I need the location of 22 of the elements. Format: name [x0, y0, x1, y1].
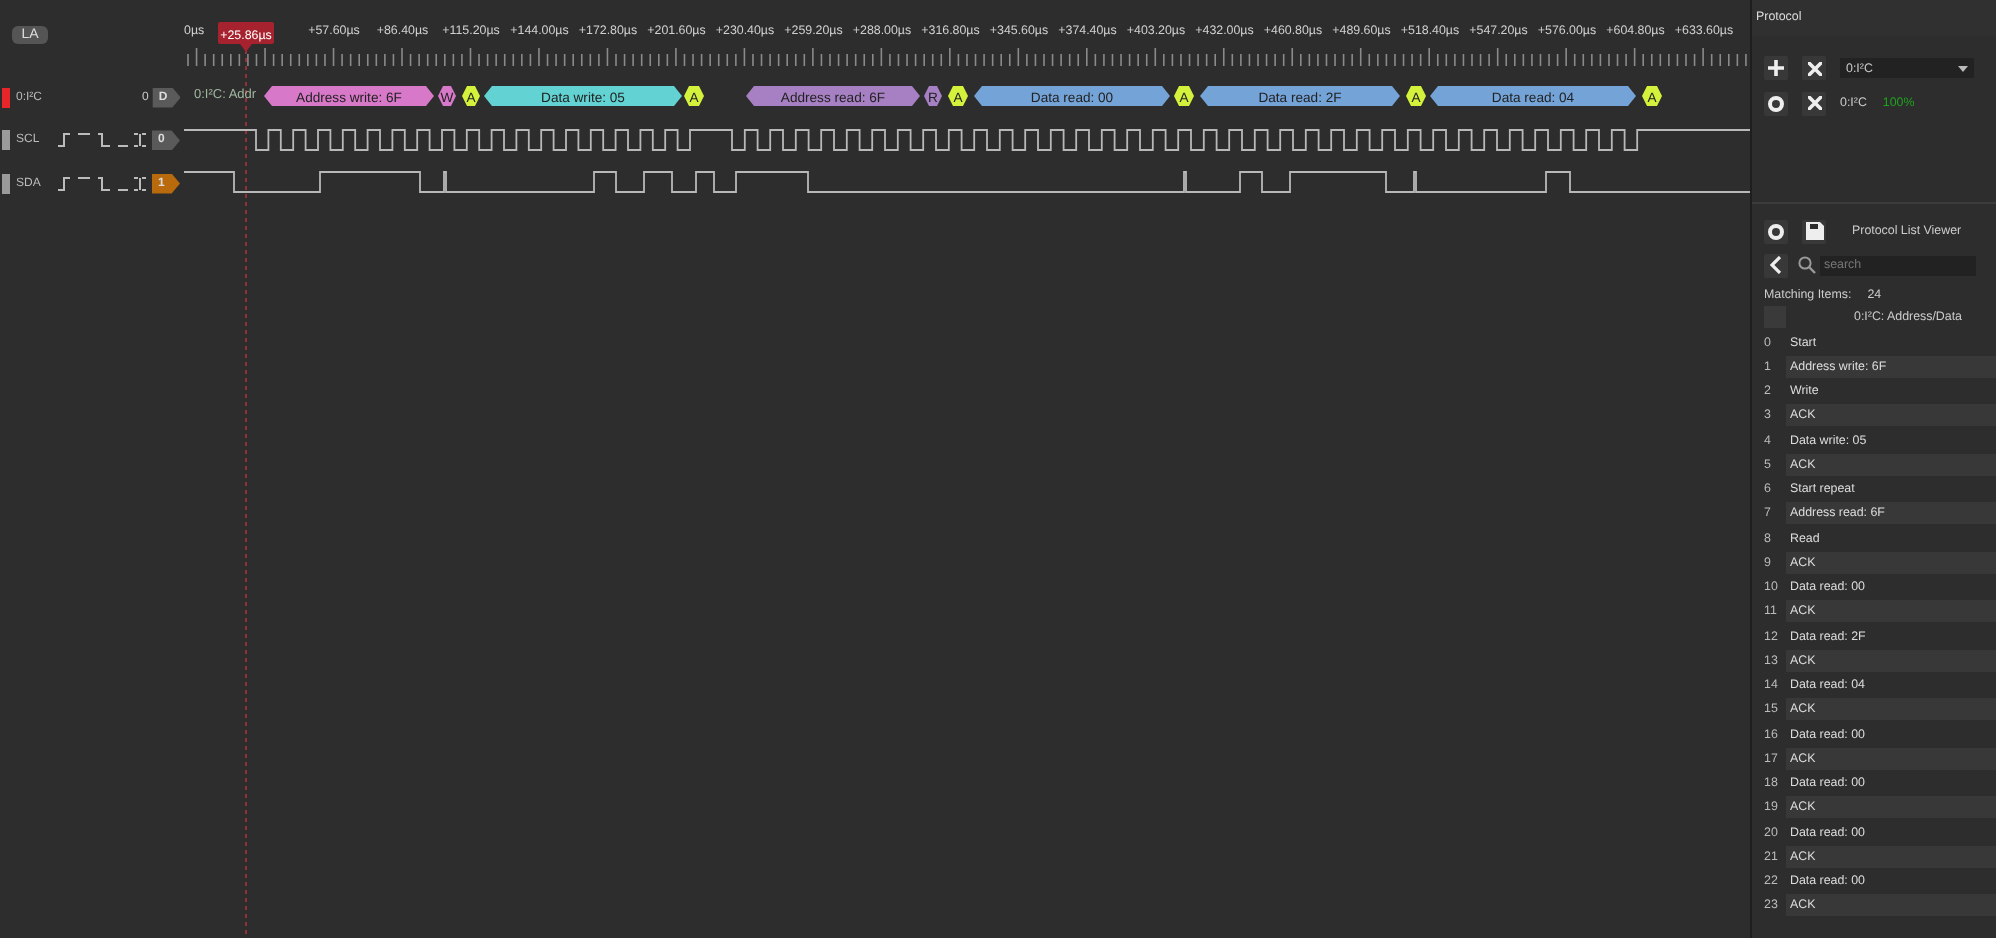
circle-icon [1768, 223, 1784, 239]
back-button[interactable] [1764, 253, 1788, 277]
falling-edge-icon[interactable] [97, 176, 111, 191]
any-edge-icon[interactable] [133, 133, 147, 148]
plus-icon [1768, 60, 1784, 76]
settings-button[interactable] [1764, 91, 1788, 115]
chevron-left-icon [1770, 256, 1782, 274]
close-icon [1807, 61, 1821, 75]
close-icon [1807, 96, 1821, 110]
rising-edge-icon[interactable] [57, 133, 71, 148]
floppy-icon [1805, 222, 1823, 240]
settings-button[interactable] [1764, 219, 1788, 243]
add-button[interactable] [1764, 56, 1788, 80]
rising-edge-icon[interactable] [57, 176, 71, 191]
caret-icon [1958, 65, 1968, 71]
any-edge-icon[interactable] [133, 176, 147, 191]
save-button[interactable] [1802, 219, 1826, 243]
search-icon [1798, 256, 1816, 274]
circle-icon [1768, 95, 1784, 111]
falling-edge-icon[interactable] [97, 133, 111, 148]
remove-button[interactable] [1802, 91, 1826, 115]
remove-button[interactable] [1802, 56, 1826, 80]
